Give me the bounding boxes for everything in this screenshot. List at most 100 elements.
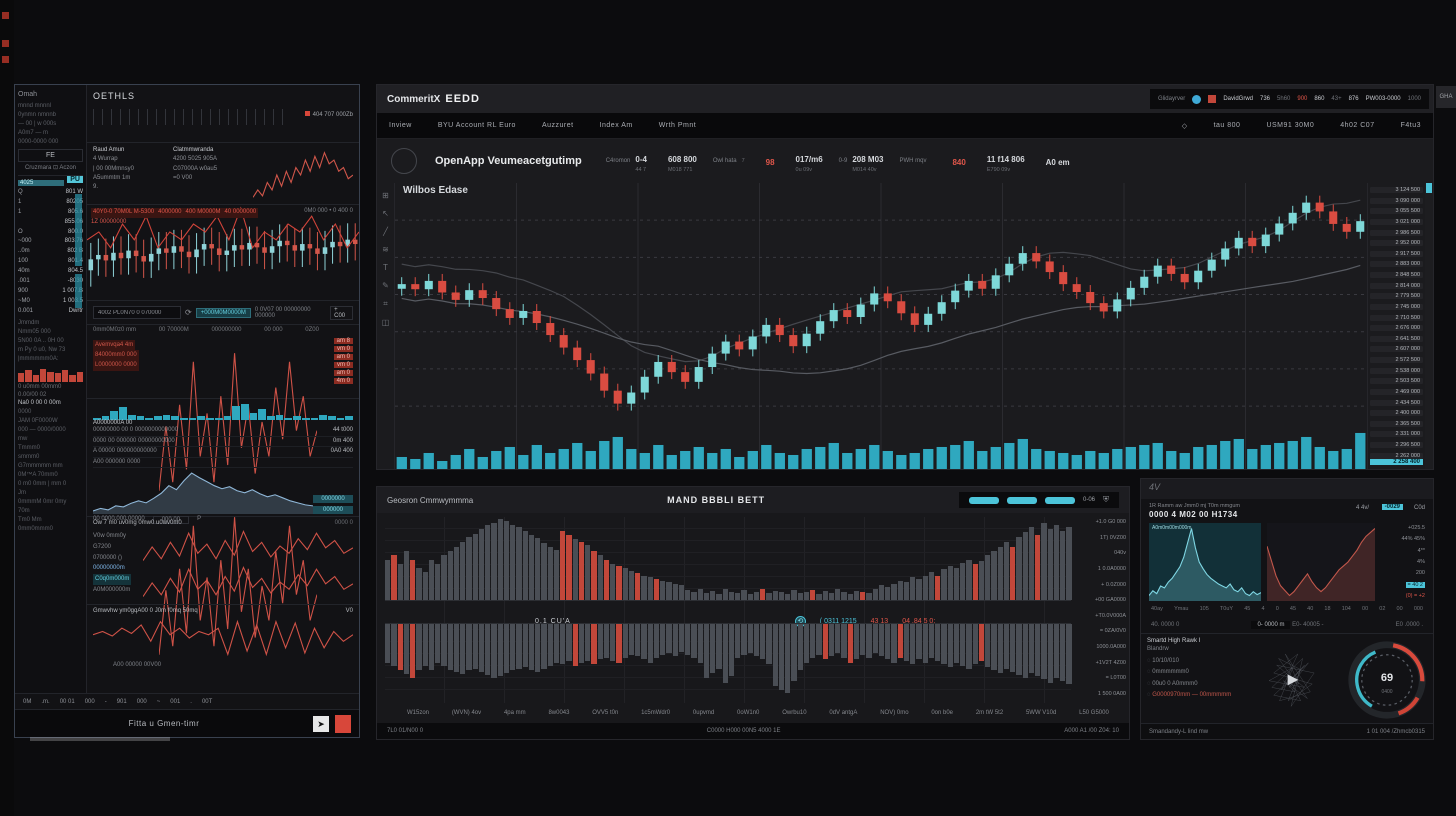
delta-plot[interactable]: 0.1 CU'A ⟲ ( 0311 121543 1304 .84 5 0; <box>385 517 1071 703</box>
cursor-tool-icon[interactable]: ↖ <box>382 209 389 218</box>
toolbar-item[interactable]: Auzzuret <box>542 122 574 129</box>
nav-row[interactable]: Jm <box>18 489 83 498</box>
nav-row[interactable]: A0m7 — m <box>18 129 83 138</box>
dual-label[interactable]: G7200 <box>93 542 131 553</box>
dual-label[interactable]: 0700000 () <box>93 553 131 564</box>
corner-tab[interactable]: GHA <box>1436 86 1456 108</box>
nav-row[interactable]: mnnd mnnnl <box>18 102 83 111</box>
toolbar-item[interactable]: BYU Account RL Euro <box>438 122 516 129</box>
book-row[interactable]: ..0m802 B <box>18 247 83 257</box>
range-pill-button[interactable] <box>1007 497 1037 504</box>
book-row[interactable]: 1805.6 <box>18 208 83 218</box>
nav-row[interactable]: 0000 <box>18 408 83 417</box>
dual-label[interactable]: A0M000000m <box>93 585 131 596</box>
toolbar-item[interactable]: tau 800 <box>1214 122 1241 130</box>
book-row[interactable]: ~000803.76 <box>18 237 83 247</box>
scrollbar-thumb[interactable] <box>1426 183 1432 193</box>
nav-row[interactable]: 0M™A 70mm0 <box>18 471 83 480</box>
mini-chart-label[interactable]: 1Z 00000000 <box>91 218 258 228</box>
book-row[interactable]: 855.06 <box>18 218 83 228</box>
toolbar-item[interactable]: ◇ <box>1182 122 1188 130</box>
book-row[interactable]: .001-8030 <box>18 277 83 287</box>
mini-chart-label[interactable]: 40Y0-0 70M0L M-5300 <box>91 208 156 218</box>
toolbar-item[interactable]: Wrth Pmnt <box>659 122 696 129</box>
range-pill-button[interactable] <box>1045 497 1075 504</box>
book-row[interactable]: O800.0 <box>18 228 83 238</box>
fe-subtitle[interactable]: Cruzmara ⊡ Aczon <box>18 164 83 171</box>
dual-label[interactable]: 00000000m <box>93 563 131 574</box>
book-row[interactable]: ~M01 003.5 <box>18 297 83 307</box>
depth-row[interactable]: 0000 00 000000 000000000000m 400 <box>93 437 353 448</box>
nav-row[interactable]: 0 m0 0mm | mm 0 <box>18 480 83 489</box>
toolbar-item[interactable]: Index Am <box>600 122 633 129</box>
dual-label[interactable]: V0w 0mm0y <box>93 531 131 542</box>
toolbar-item[interactable]: 4h02 C07 <box>1340 122 1374 130</box>
nav-row[interactable]: — 00 | w 000s <box>18 120 83 129</box>
depth-row[interactable]: A 00000 0000000000000A0 400 <box>93 447 353 458</box>
toolbar-item[interactable]: USM91 30M0 <box>1266 122 1314 130</box>
chart-scrollbar[interactable] <box>1425 183 1433 469</box>
nav-row[interactable]: 5N00 0A .. 0H 00 <box>18 337 83 346</box>
toolbar-item[interactable]: F4tu3 <box>1401 122 1421 130</box>
nav-row[interactable]: JAM 0F0000W <box>18 417 83 426</box>
mini-chart-label[interactable]: 4000000 <box>156 208 183 218</box>
draw-tool-icon[interactable]: ✎ <box>382 281 389 290</box>
depth-row[interactable]: A00 000000 0000 <box>93 458 353 469</box>
stop-button[interactable] <box>335 715 351 733</box>
book-badge[interactable]: PU <box>67 176 83 183</box>
book-row[interactable]: 40m804.5 <box>18 267 83 277</box>
nav-row[interactable]: 70m <box>18 507 83 516</box>
cursor-icon[interactable]: ➤ <box>313 716 329 732</box>
signal-label[interactable]: Avemvqa4 4m <box>93 340 135 350</box>
nav-row[interactable]: mw <box>18 435 83 444</box>
nav-row[interactable]: 000 — 0000/0000 <box>18 426 83 435</box>
mini-chart-label[interactable]: 400 M0000M <box>184 208 223 218</box>
teal-mini-chart[interactable]: A0m0m00m000m <box>1149 523 1261 601</box>
nav-row[interactable]: Tm0 Mm <box>18 516 83 525</box>
mini-tick-toolbar[interactable] <box>93 109 287 125</box>
book-row[interactable]: 100801.4 <box>18 257 83 267</box>
signal-label[interactable]: L0000000 0000 <box>93 360 139 370</box>
dual-label[interactable]: C0q0m000m <box>93 574 131 585</box>
shield-icon[interactable]: ⛨ <box>1103 495 1109 505</box>
fib-tool-icon[interactable]: ≋ <box>382 245 389 254</box>
book-row[interactable]: 0.001Dwrtr <box>18 307 83 317</box>
nav-row[interactable]: Nmm05 000 <box>18 328 83 337</box>
account-icon[interactable] <box>1192 95 1201 104</box>
depth-action-button[interactable]: 0000000 <box>313 495 353 503</box>
nav-row[interactable]: 0mmmM 0mr 0my <box>18 498 83 507</box>
risk-item[interactable]: G0000970mm — 00mmmmm <box>1147 690 1239 701</box>
risk-item[interactable]: 10/10/010 <box>1147 656 1239 667</box>
symbol-name[interactable]: OpenApp Veumeacetgutimp <box>435 155 582 167</box>
risk-item[interactable]: 0mmmmmm0 <box>1147 667 1239 678</box>
nav-row[interactable]: m Py 0 u0, Nw 73 <box>18 346 83 355</box>
depth-action-button[interactable]: 000000 <box>313 506 353 514</box>
book-row[interactable]: Q801 W <box>18 188 83 198</box>
play-icon[interactable]: ▶ <box>1288 670 1299 687</box>
measure-tool-icon[interactable]: ⌗ <box>383 299 388 309</box>
layout-tool-icon[interactable]: ◫ <box>382 318 390 327</box>
insight-badge-secondary[interactable]: C0d <box>1414 505 1425 511</box>
depth-row[interactable]: 00000000 00 0 000000000000044 t000 <box>93 426 353 437</box>
refresh-icon[interactable]: ⟳ <box>185 308 192 317</box>
nav-row[interactable]: G7mmmmm mm <box>18 462 83 471</box>
nav-row[interactable]: 0mm0mmm0 <box>18 525 83 534</box>
trendline-tool-icon[interactable]: ╱ <box>383 227 388 236</box>
nav-row[interactable]: Jmmdm <box>18 319 83 328</box>
risk-item[interactable]: 00u0 0 A0mmm0 <box>1147 679 1239 690</box>
insight-badge[interactable]: -0029 <box>1382 504 1403 510</box>
range-pill-button[interactable] <box>969 497 999 504</box>
book-row[interactable]: 9001 007.B <box>18 287 83 297</box>
nav-row[interactable]: smmm0 <box>18 453 83 462</box>
toolbar-item[interactable]: Inview <box>389 122 412 129</box>
alert-icon[interactable] <box>1208 95 1216 103</box>
mini-chart-label[interactable]: 40 0000000 <box>223 208 259 218</box>
candlestick-plot[interactable]: Wilbos Edase <box>395 183 1367 469</box>
text-tool-icon[interactable]: T <box>383 263 388 272</box>
nav-row[interactable]: 0000-0000 000 <box>18 138 83 147</box>
nav-row[interactable]: 0ynmn nmnnb <box>18 111 83 120</box>
grid-tool-icon[interactable]: ⊞ <box>382 191 389 200</box>
signal-label[interactable]: 84000mm0 000 <box>93 350 139 360</box>
nav-row[interactable]: |mmmmmm0A: <box>18 355 83 364</box>
book-row[interactable]: 180205 <box>18 198 83 208</box>
